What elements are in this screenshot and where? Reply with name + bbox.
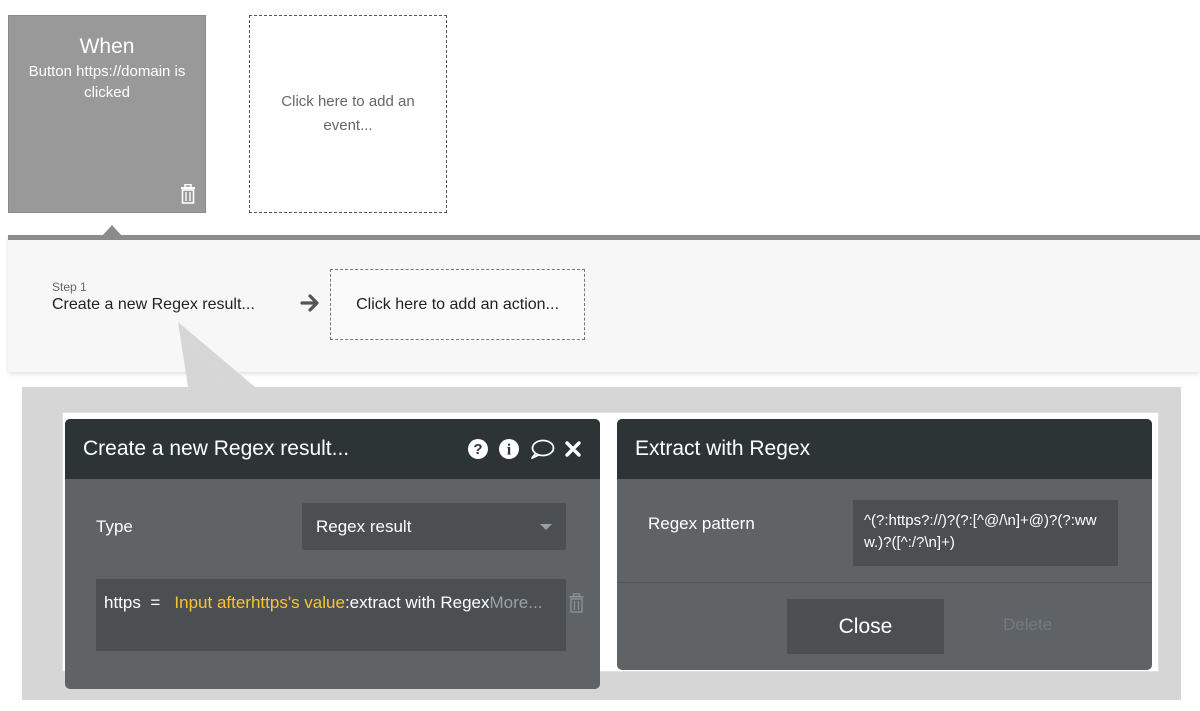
trash-icon[interactable] bbox=[568, 593, 585, 613]
step-number-label: Step 1 bbox=[52, 280, 87, 294]
expression-equals: = bbox=[150, 593, 161, 612]
type-dropdown[interactable]: Regex result bbox=[302, 503, 566, 550]
action-editor-panel: Create a new Regex result... ? i Type Re… bbox=[65, 419, 600, 689]
delete-button[interactable]: Delete bbox=[1003, 615, 1052, 635]
expression-suffix[interactable]: Regex bbox=[440, 593, 489, 612]
event-card[interactable]: When Button https://domain is clicked bbox=[8, 15, 206, 213]
regex-pattern-input[interactable]: ^(?:https?://)?(?:[^@/\n]+@)?(?:www.)?([… bbox=[853, 500, 1118, 566]
expression-operator[interactable]: :extract with bbox=[345, 593, 436, 612]
question-icon[interactable]: ? bbox=[467, 438, 489, 460]
regex-editor-panel: Extract with Regex Regex pattern ^(?:htt… bbox=[617, 419, 1152, 670]
action-editor-title: Create a new Regex result... bbox=[83, 437, 350, 460]
svg-text:?: ? bbox=[473, 441, 482, 458]
workflow-actions-bar: Step 1 Create a new Regex result... Clic… bbox=[8, 235, 1200, 372]
event-description: Button https://domain is clicked bbox=[28, 63, 186, 101]
add-event-placeholder[interactable]: Click here to add an event... bbox=[249, 15, 447, 213]
action-editor-header: Create a new Regex result... ? i bbox=[65, 419, 600, 479]
divider bbox=[617, 582, 1152, 583]
svg-text:i: i bbox=[507, 442, 512, 459]
expression-dynamic-value[interactable]: Input afterhttps's value bbox=[174, 593, 345, 612]
close-icon[interactable] bbox=[564, 440, 582, 458]
event-when-label: When bbox=[79, 35, 135, 58]
close-button[interactable]: Close bbox=[787, 599, 944, 654]
type-label: Type bbox=[96, 517, 133, 536]
chevron-down-icon bbox=[540, 523, 552, 530]
trash-icon[interactable] bbox=[179, 184, 197, 204]
arrow-right-icon bbox=[300, 294, 319, 312]
regex-pattern-label: Regex pattern bbox=[648, 514, 755, 533]
info-icon[interactable]: i bbox=[498, 438, 520, 460]
regex-editor-title: Extract with Regex bbox=[635, 437, 811, 460]
type-dropdown-value: Regex result bbox=[316, 516, 412, 536]
step-title[interactable]: Create a new Regex result... bbox=[52, 296, 255, 314]
expression-more-link[interactable]: More... bbox=[490, 593, 543, 612]
regex-editor-header: Extract with Regex bbox=[617, 419, 1152, 479]
add-action-placeholder[interactable]: Click here to add an action... bbox=[330, 269, 585, 340]
field-expression[interactable]: https = Input afterhttps's value:extract… bbox=[96, 579, 566, 651]
expression-field-name: https bbox=[104, 593, 141, 612]
comment-icon[interactable] bbox=[529, 438, 555, 460]
